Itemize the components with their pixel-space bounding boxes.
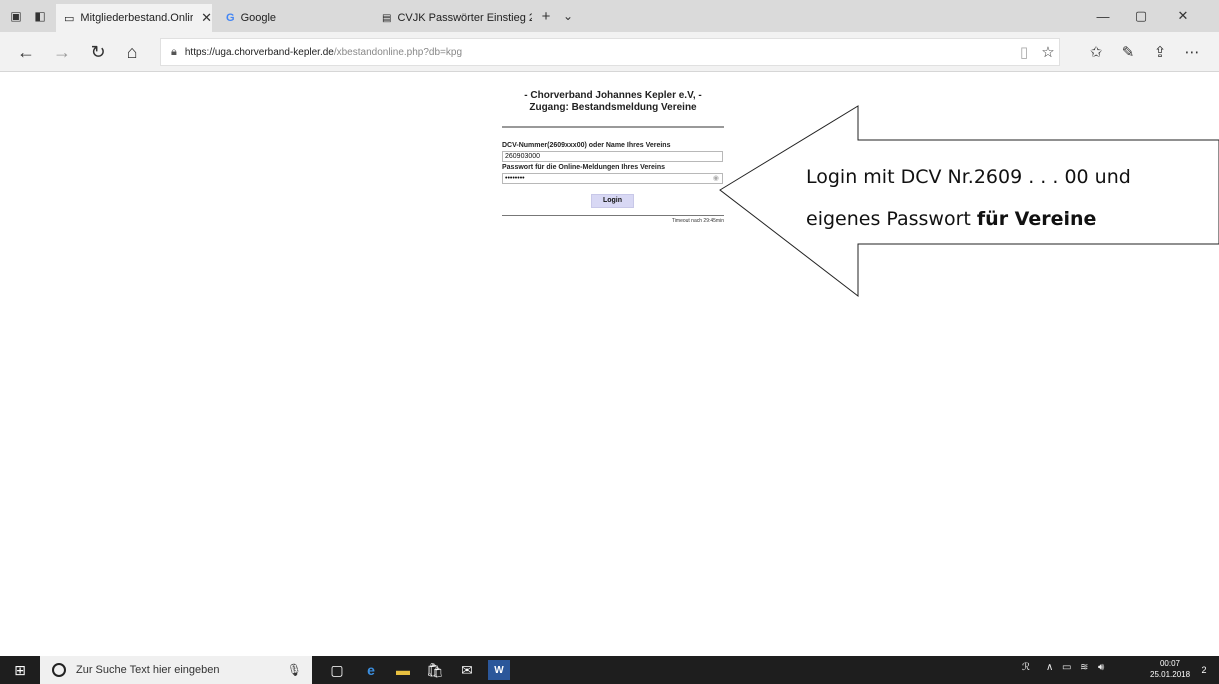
show-tabs-icon[interactable]: ◧ [32, 8, 48, 24]
tab-label: Mitgliederbestand.Onlir [80, 12, 194, 24]
page-icon: ▭ [64, 12, 75, 25]
favorites-hub-icon[interactable]: ✩ [1084, 40, 1108, 64]
store-icon[interactable]: 🛍︎ [424, 660, 446, 680]
annotation-line2: eigenes Passwort für Vereine [806, 208, 1096, 230]
tab-cvjk[interactable]: ▤ CVJK Passwörter Einstieg 20 [374, 4, 532, 32]
system-clock[interactable]: 00:07 25.01.2018 [1150, 658, 1190, 680]
dcv-number-label: DCV-Nummer(2609xxx00) oder Name Ihres Ve… [502, 142, 671, 149]
pdf-icon: ▤ [382, 12, 392, 24]
annotation-line2-bold: für Vereine [976, 208, 1097, 230]
show-hidden-icons-icon[interactable]: ∧ [1046, 662, 1053, 673]
minimize-button[interactable]: — [1086, 6, 1120, 26]
forward-arrow-icon[interactable]: → [48, 40, 76, 64]
favorite-star-icon[interactable]: ☆ [1036, 40, 1060, 64]
page-title-line1: - Chorverband Johannes Kepler e.V, - [524, 90, 702, 101]
url-host: https://uga.chorverband-kepler.de [184, 46, 334, 58]
windows-start-icon[interactable]: ⊞ [0, 656, 40, 684]
mail-icon[interactable]: ✉ [456, 660, 478, 680]
annotation-line1: Login mit DCV Nr.2609 . . . 00 und [806, 166, 1131, 188]
window-close-button[interactable]: ✕ [1166, 6, 1200, 26]
people-icon[interactable]: ℛ [1022, 662, 1030, 673]
url-path: /xbestandonline.php?db=kpg [333, 46, 463, 58]
tab-bar: ▣ ◧ ▭ Mitgliederbestand.Onlir ✕ G Google… [0, 0, 1219, 32]
wifi-icon[interactable]: ≋ [1080, 662, 1088, 673]
navigation-bar: ← → ↻ ⌂ 🔒︎ https://uga.chorverband-keple… [0, 32, 1219, 72]
notes-pen-icon[interactable]: ✎ [1116, 40, 1140, 64]
taskbar: ⊞ Zur Suche Text hier eingeben 🎙︎ ▢ e ▬ … [0, 656, 1219, 684]
notification-count: 2 [1201, 665, 1207, 675]
lock-icon: 🔒︎ [171, 45, 177, 58]
close-tab-icon[interactable]: ✕ [201, 10, 212, 26]
new-tab-button[interactable]: + [538, 8, 554, 25]
annotation-line2-text: eigenes Passwort [806, 208, 977, 230]
tab-label: CVJK Passwörter Einstieg 20 [397, 12, 532, 24]
divider [502, 126, 724, 128]
file-explorer-icon[interactable]: ▬ [392, 660, 414, 680]
reveal-password-icon[interactable]: ◉ [713, 174, 719, 183]
back-arrow-icon[interactable]: ← [12, 40, 40, 64]
login-form: - Chorverband Johannes Kepler e.V, - Zug… [502, 90, 724, 224]
more-options-icon[interactable]: ⋯ [1180, 40, 1204, 64]
clock-date: 25.01.2018 [1150, 670, 1191, 679]
divider [502, 215, 724, 216]
reading-view-icon[interactable]: ▯ [1012, 40, 1036, 64]
microphone-icon[interactable]: 🎙︎ [287, 663, 302, 677]
tab-label: Google [240, 12, 277, 24]
clock-time: 00:07 [1159, 659, 1181, 668]
word-icon[interactable]: W [488, 660, 510, 680]
search-placeholder: Zur Suche Text hier eingeben [76, 664, 220, 676]
cortana-icon [52, 663, 66, 677]
action-center-icon[interactable]: 2 [1194, 660, 1214, 680]
timeout-text: Timeout nach 29:45min [671, 218, 724, 224]
volume-icon[interactable]: 🔊︎ [1098, 662, 1104, 673]
google-icon: G [226, 12, 235, 24]
refresh-icon[interactable]: ↻ [84, 40, 112, 64]
page-title-line2: Zugang: Bestandsmeldung Vereine [529, 102, 697, 113]
battery-icon[interactable]: ▭ [1062, 662, 1071, 673]
home-icon[interactable]: ⌂ [118, 40, 146, 64]
login-button[interactable]: Login [591, 194, 634, 208]
taskbar-search[interactable]: Zur Suche Text hier eingeben 🎙︎ [40, 656, 312, 684]
password-input[interactable]: •••••••• ◉ [502, 173, 723, 184]
share-icon[interactable]: ⇪ [1148, 40, 1172, 64]
password-value: •••••••• [505, 175, 525, 182]
task-view-icon[interactable]: ▢ [326, 660, 348, 680]
maximize-button[interactable]: ▢ [1124, 6, 1158, 26]
address-bar[interactable]: 🔒︎ https://uga.chorverband-kepler.de /xb… [160, 38, 1060, 66]
tab-mitgliederbestand[interactable]: ▭ Mitgliederbestand.Onlir ✕ [56, 4, 212, 32]
dcv-number-input[interactable]: 260903000 [502, 151, 723, 162]
tab-list-button[interactable]: ⌄ [560, 8, 576, 24]
password-label: Passwort für die Online-Meldungen Ihres … [502, 164, 665, 171]
tab-google[interactable]: G Google [218, 4, 368, 32]
edge-icon[interactable]: e [360, 660, 382, 680]
tabs-aside-icon[interactable]: ▣ [8, 8, 24, 24]
